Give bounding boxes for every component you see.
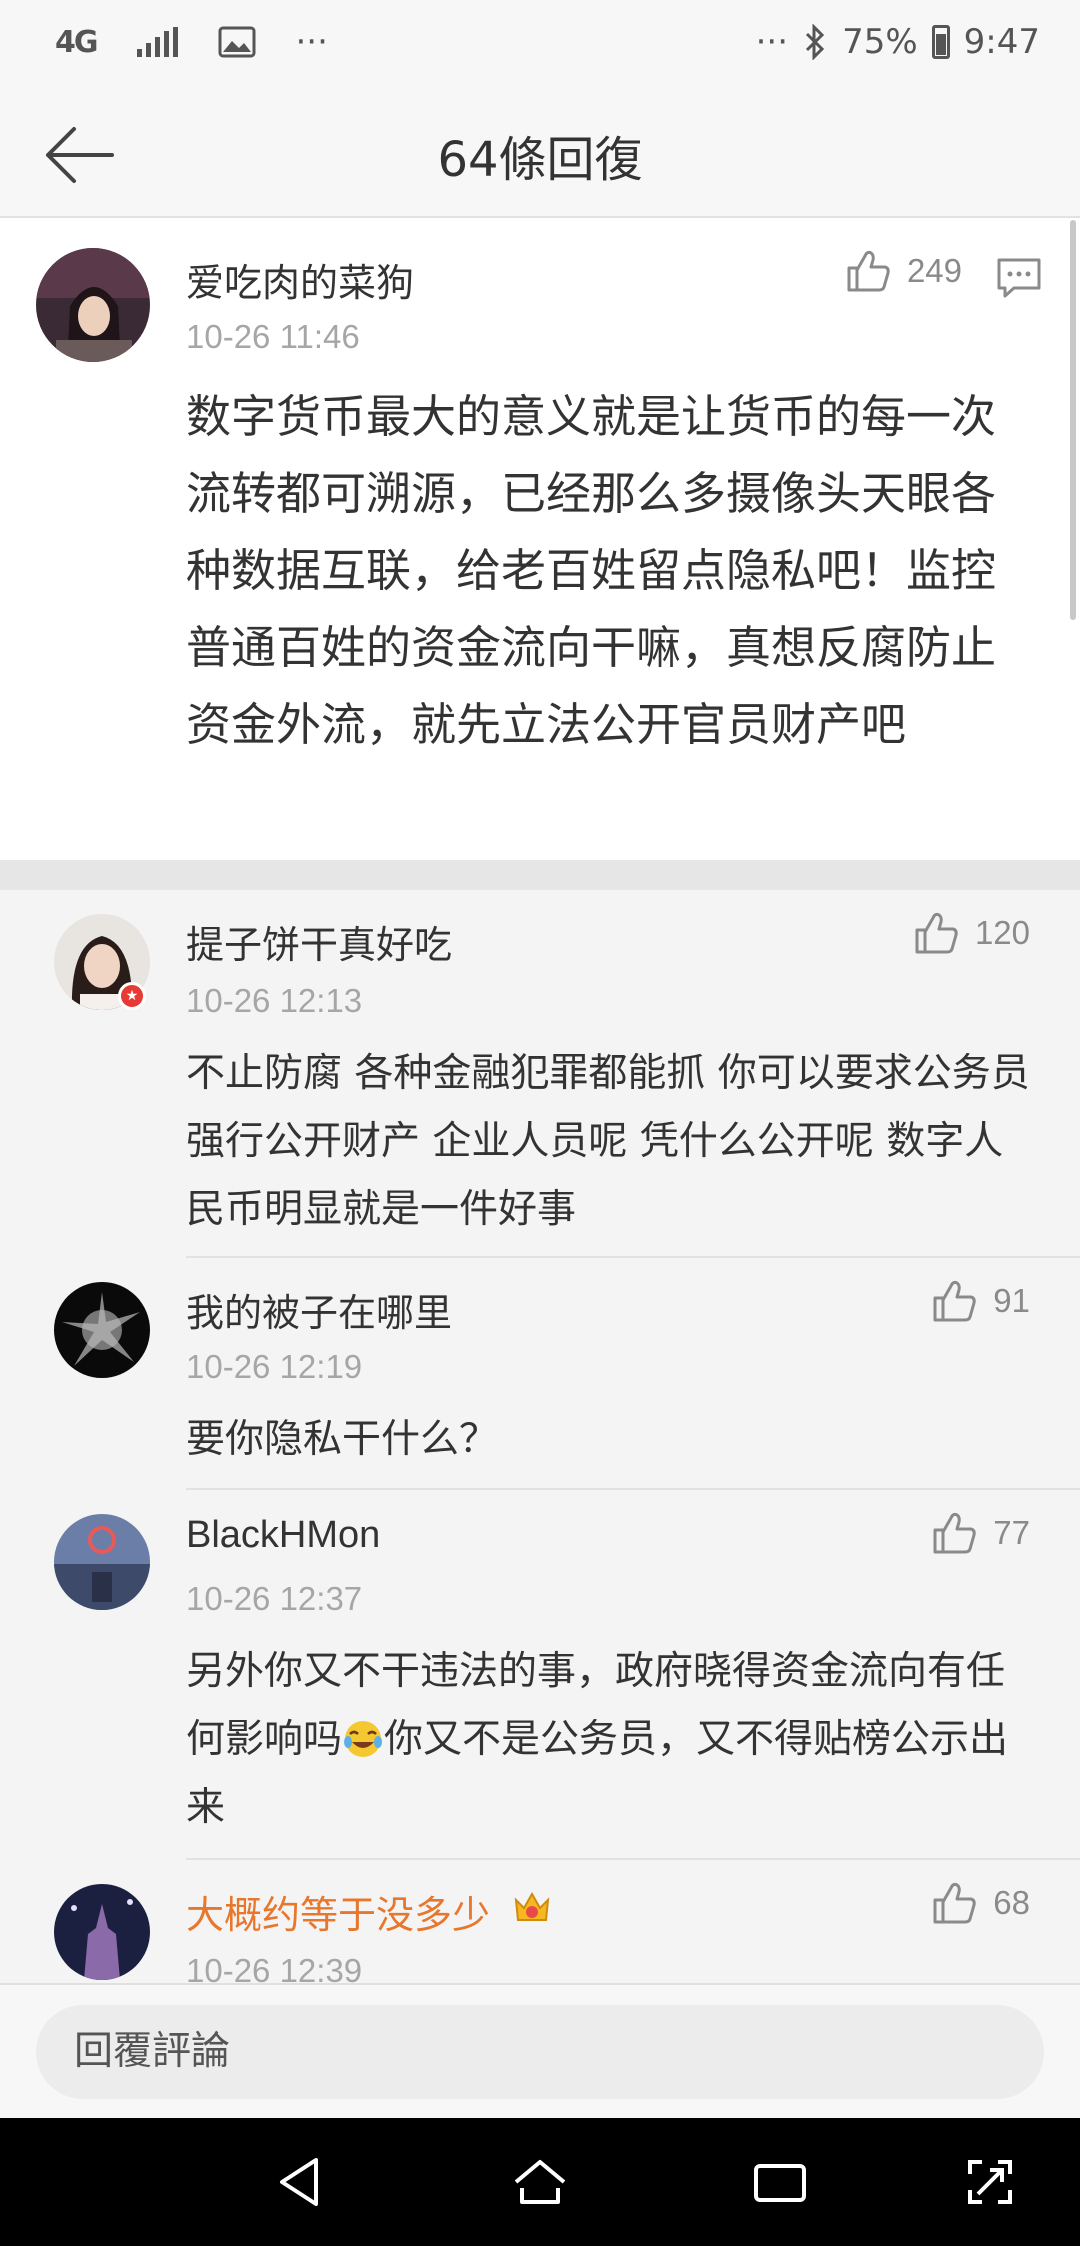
reply-list: ★ 提子饼干真好吃 10-26 12:13 120 不止防腐 各种金融犯罪都能抓… <box>0 890 1080 1983</box>
comment-text: 另外你又不干违法的事，政府晓得资金流向有任何影响吗 你又不是公务员，又不得贴榜公示… <box>186 1638 1036 1842</box>
reply-input[interactable]: 回覆評論 <box>36 2005 1044 2099</box>
username[interactable]: 提子饼干真好吃 <box>186 914 452 969</box>
section-divider <box>0 860 1080 890</box>
avatar[interactable] <box>54 1884 150 1980</box>
timestamp: 10-26 12:39 <box>186 1952 363 1983</box>
comment-icon[interactable] <box>996 256 1042 300</box>
username[interactable]: 我的被子在哪里 <box>186 1282 452 1337</box>
like-count: 77 <box>993 1514 1030 1551</box>
scrollbar[interactable] <box>1070 220 1076 620</box>
like-button[interactable]: 249 <box>845 248 962 294</box>
timestamp: 10-26 12:13 <box>186 982 363 1019</box>
member-crown-icon <box>514 1891 550 1921</box>
timestamp: 10-26 11:46 <box>186 318 360 355</box>
like-count: 68 <box>993 1884 1030 1921</box>
status-bar: 4G ··· ··· 75% 9:47 <box>0 0 1080 90</box>
battery-icon <box>931 25 950 59</box>
username[interactable]: 大概约等于没多少 <box>186 1884 490 1939</box>
clock: 9:47 <box>963 22 1040 62</box>
avatar[interactable] <box>54 1514 150 1610</box>
system-navigation-bar <box>0 2118 1080 2246</box>
reply-item: 大概约等于没多少 10-26 12:39 68 <box>0 1860 1080 1983</box>
more-status: ··· <box>755 22 789 62</box>
username[interactable]: BlackHMon <box>186 1514 380 1557</box>
verified-badge-icon: ★ <box>118 982 146 1010</box>
more-notifications: ··· <box>295 22 328 62</box>
like-count: 91 <box>993 1282 1030 1319</box>
recent-apps-icon[interactable] <box>750 2152 810 2212</box>
network-type: 4G <box>55 24 98 60</box>
back-triangle-icon[interactable] <box>270 2152 330 2212</box>
like-button[interactable]: 77 <box>931 1510 1030 1556</box>
thumbs-up-icon <box>933 1512 976 1554</box>
thumbs-up-icon <box>933 1882 976 1924</box>
image-icon <box>218 26 255 58</box>
comment-text: 数字货币最大的意义就是让货币的每一次流转都可溯源，已经那么多摄像头天眼各种数据互… <box>186 390 997 751</box>
like-button[interactable]: 91 <box>931 1278 1030 1324</box>
reply-item: BlackHMon 10-26 12:37 77 另外你又不干违法的事，政府晓得… <box>0 1490 1080 1860</box>
like-button[interactable]: 120 <box>913 910 1030 956</box>
like-count: 249 <box>906 252 962 289</box>
timestamp: 10-26 12:37 <box>186 1580 363 1617</box>
like-count: 120 <box>974 914 1030 951</box>
thumbs-up-icon <box>915 912 958 954</box>
signal-icon <box>136 27 178 57</box>
thumbs-up-icon <box>933 1280 976 1322</box>
bluetooth-icon <box>806 24 825 60</box>
top-bar: 64條回復 <box>0 90 1080 218</box>
timestamp: 10-26 12:19 <box>186 1348 363 1385</box>
main-comment: 爱吃肉的菜狗 10-26 11:46 249 数字货币最大的意义就是让货币的每一… <box>0 218 1080 860</box>
like-button[interactable]: 68 <box>931 1880 1030 1926</box>
avatar[interactable] <box>36 248 150 362</box>
battery-percent: 75% <box>842 22 918 62</box>
thumbs-up-icon <box>847 250 890 292</box>
reply-item: 我的被子在哪里 10-26 12:19 91 要你隐私干什么？ <box>0 1258 1080 1490</box>
laugh-cry-emoji-icon <box>344 1721 383 1757</box>
comment-text: 要你隐私干什么？ <box>186 1417 499 1462</box>
expand-icon[interactable] <box>960 2152 1020 2212</box>
page-title: 64條回復 <box>437 132 643 188</box>
comment-text: 不止防腐 各种金融犯罪都能抓 你可以要求公务员强行公开财产 企业人员呢 凭什么公… <box>186 1051 1030 1232</box>
reply-bar: 回覆評論 <box>0 1983 1080 2118</box>
home-icon[interactable] <box>510 2152 570 2212</box>
avatar[interactable] <box>54 1282 150 1378</box>
reply-item: ★ 提子饼干真好吃 10-26 12:13 120 不止防腐 各种金融犯罪都能抓… <box>0 890 1080 1258</box>
username[interactable]: 爱吃肉的菜狗 <box>186 252 414 307</box>
